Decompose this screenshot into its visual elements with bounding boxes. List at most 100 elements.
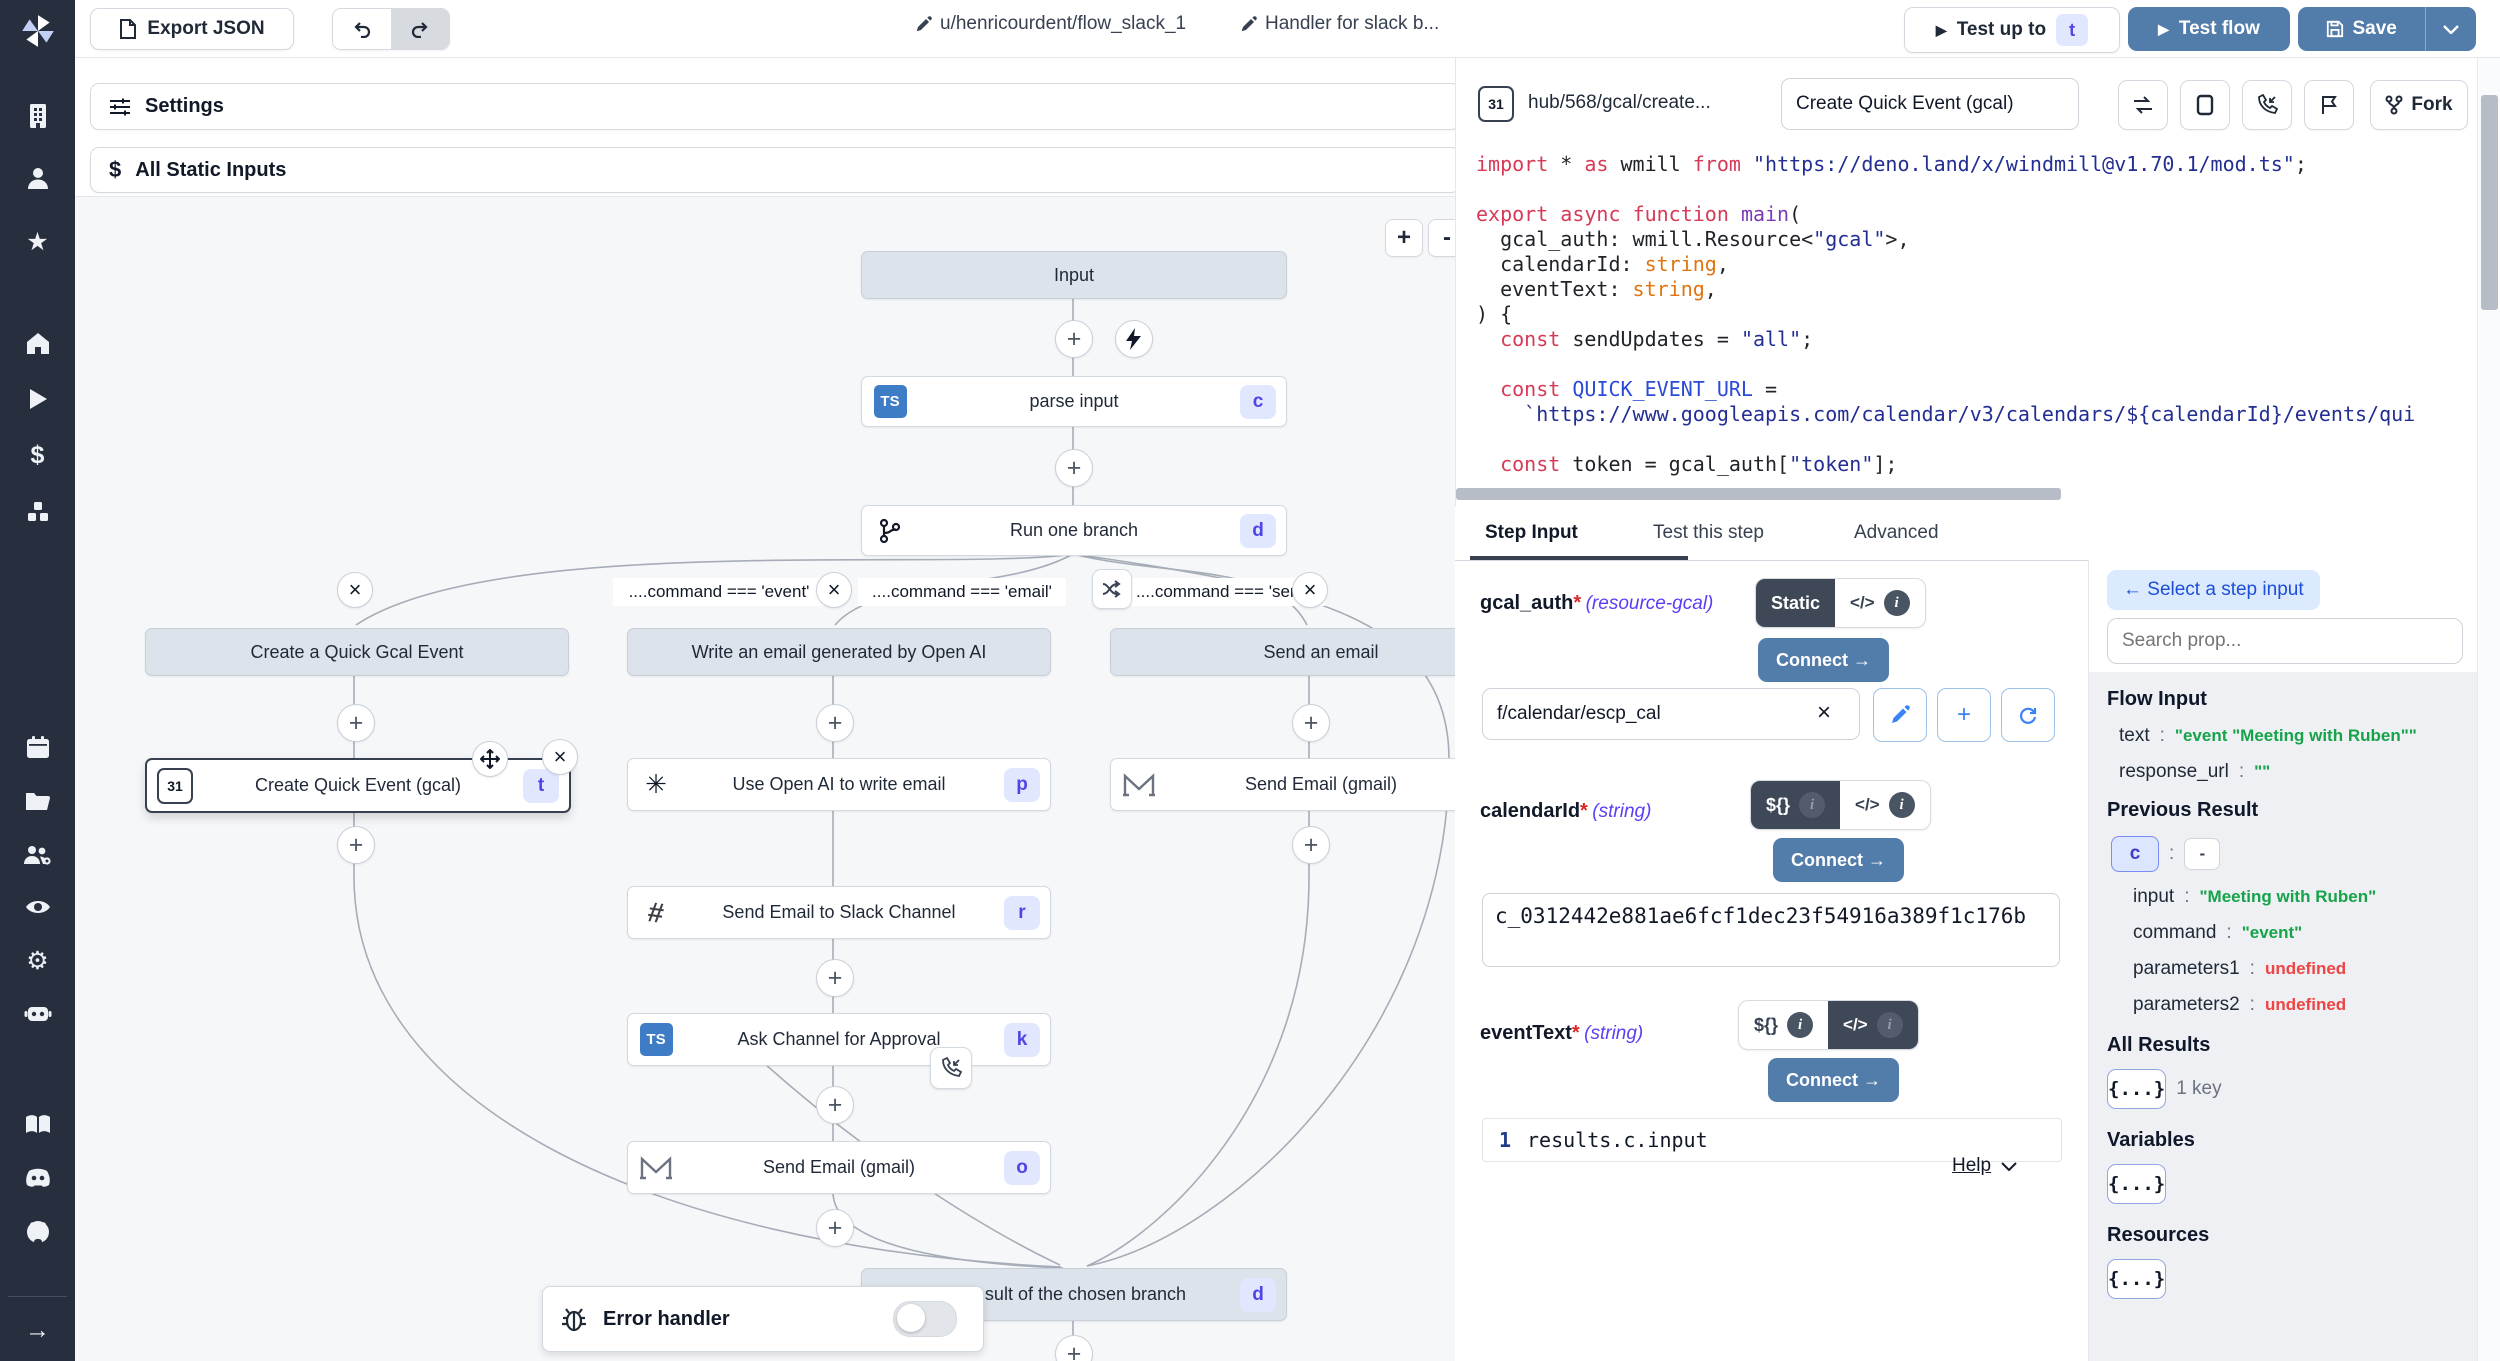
home-icon[interactable] xyxy=(0,321,75,365)
tab-advanced[interactable]: Advanced xyxy=(1854,506,1939,560)
favorites-star-icon[interactable]: ★ xyxy=(0,220,75,264)
prop-row[interactable]: parameters2:undefined xyxy=(2133,994,2478,1016)
workers-robot-icon[interactable] xyxy=(0,991,75,1035)
suspend-button[interactable] xyxy=(2242,80,2292,130)
add-branch-button[interactable] xyxy=(1092,569,1132,609)
suspend-approval-button[interactable] xyxy=(930,1047,972,1089)
docs-book-icon[interactable] xyxy=(0,1103,75,1147)
code-hscrollbar-thumb[interactable] xyxy=(1456,488,2061,500)
mode-javascript[interactable]: </>i xyxy=(1828,1001,1918,1049)
prop-row[interactable]: response_url:"" xyxy=(2119,761,2478,783)
add-resource-button[interactable]: + xyxy=(1937,688,1991,742)
gcal-auth-connect-button[interactable]: Connect → xyxy=(1758,638,1889,682)
info-icon[interactable]: i xyxy=(1889,792,1915,818)
edit-resource-button[interactable] xyxy=(1873,688,1927,742)
windmill-logo-icon[interactable] xyxy=(0,8,75,54)
resources-cubes-icon[interactable] xyxy=(0,490,75,534)
info-icon[interactable]: i xyxy=(1884,590,1910,616)
mode-javascript[interactable]: </>i xyxy=(1840,781,1930,829)
tab-test-this-step[interactable]: Test this step xyxy=(1653,506,1764,560)
collapse-badge[interactable]: - xyxy=(2184,838,2220,870)
add-step-button[interactable]: + xyxy=(337,704,375,742)
add-step-button[interactable]: + xyxy=(816,1086,854,1124)
flow-node-parse-input[interactable]: TS parse input c xyxy=(861,376,1287,427)
add-step-button[interactable]: + xyxy=(1292,704,1330,742)
branch-condition-event[interactable]: ....command === 'event' xyxy=(613,578,825,606)
refresh-resource-button[interactable] xyxy=(2001,688,2055,742)
branch-condition-email[interactable]: ....command === 'email' xyxy=(858,578,1066,606)
gcal-auth-mode-toggle[interactable]: Static </>i xyxy=(1755,578,1926,628)
delete-branch-button[interactable]: × xyxy=(816,572,852,608)
tab-step-input[interactable]: Step Input xyxy=(1485,506,1578,560)
mode-template[interactable]: ${}i xyxy=(1751,781,1840,829)
flow-settings-bar[interactable]: Settings xyxy=(90,83,1460,130)
flow-node-send-email-slack[interactable]: # Send Email to Slack Channel r xyxy=(627,886,1051,939)
add-step-button[interactable]: + xyxy=(1055,449,1093,487)
eventtext-connect-button[interactable]: Connect → xyxy=(1768,1058,1899,1102)
error-handler-toggle[interactable] xyxy=(893,1301,957,1337)
mode-template[interactable]: ${}i xyxy=(1739,1001,1828,1049)
mode-javascript[interactable]: </>i xyxy=(1835,579,1925,627)
save-button[interactable]: Save xyxy=(2298,7,2425,51)
zoom-out-button[interactable]: - xyxy=(1428,219,1455,257)
step-c-badge[interactable]: c xyxy=(2111,836,2159,872)
user-icon[interactable] xyxy=(0,156,75,200)
calendarid-value-input[interactable]: c_0312442e881ae6fcf1dec23f54916a389f1c17… xyxy=(1482,893,2060,967)
info-icon[interactable]: i xyxy=(1787,1012,1813,1038)
trigger-bolt-button[interactable] xyxy=(1115,320,1153,358)
object-badge[interactable]: {...} xyxy=(2107,1259,2166,1299)
editor-vscrollbar-thumb[interactable] xyxy=(2481,95,2498,310)
resource-path-input[interactable] xyxy=(1482,688,1860,740)
add-step-button[interactable]: + xyxy=(816,1209,854,1247)
zoom-in-button[interactable]: + xyxy=(1385,219,1423,257)
prop-row[interactable]: text:"event "Meeting with Ruben"" xyxy=(2119,725,2478,747)
workspace-icon[interactable] xyxy=(0,94,75,138)
add-step-button[interactable]: + xyxy=(1055,320,1093,358)
breadcrumb-title[interactable]: Handler for slack b... xyxy=(1240,13,1439,35)
discord-icon[interactable] xyxy=(0,1156,75,1200)
hub-script-path[interactable]: hub/568/gcal/create... xyxy=(1528,92,1711,114)
breadcrumb-path[interactable]: u/henricourdent/flow_slack_1 xyxy=(915,13,1186,35)
add-step-button[interactable]: + xyxy=(1292,826,1330,864)
add-step-button[interactable]: + xyxy=(337,826,375,864)
delete-branch-button[interactable]: × xyxy=(337,572,373,608)
test-flow-button[interactable]: ▶ Test flow xyxy=(2128,7,2290,51)
box-button[interactable] xyxy=(2180,80,2230,130)
test-up-to-button[interactable]: ▶ Test up to t xyxy=(1904,7,2120,53)
redo-button[interactable] xyxy=(391,9,449,49)
help-link[interactable]: Help xyxy=(1952,1155,2017,1177)
clear-resource-icon[interactable]: × xyxy=(1817,699,1831,727)
expand-sidebar-arrow-icon[interactable]: → xyxy=(0,1308,75,1352)
calendarid-mode-toggle[interactable]: ${}i </>i xyxy=(1750,780,1931,830)
add-step-button[interactable]: + xyxy=(816,959,854,997)
audit-eye-icon[interactable] xyxy=(0,885,75,929)
search-prop-input[interactable] xyxy=(2107,618,2463,664)
undo-button[interactable] xyxy=(333,9,391,49)
save-dropdown-button[interactable] xyxy=(2425,7,2476,51)
info-icon[interactable]: i xyxy=(1799,792,1825,818)
flow-node-create-quick-event-selected[interactable]: 31 Create Quick Event (gcal) t xyxy=(145,758,571,813)
flow-node-send-email-gmail-mid[interactable]: Send Email (gmail) o xyxy=(627,1141,1051,1194)
settings-gear-icon[interactable]: ⚙ xyxy=(0,939,75,983)
sleep-flag-button[interactable] xyxy=(2304,80,2354,130)
code-editor[interactable]: import * as wmill from "https://deno.lan… xyxy=(1476,152,2466,512)
branch-header-gcal[interactable]: Create a Quick Gcal Event xyxy=(145,628,569,676)
prop-row[interactable]: command:"event" xyxy=(2133,922,2478,944)
folders-icon[interactable] xyxy=(0,779,75,823)
delete-step-button[interactable]: × xyxy=(542,739,578,775)
info-icon[interactable]: i xyxy=(1877,1012,1903,1038)
calendarid-connect-button[interactable]: Connect → xyxy=(1773,838,1904,882)
flow-node-input[interactable]: Input xyxy=(861,251,1287,299)
mode-static[interactable]: Static xyxy=(1756,579,1835,627)
object-badge[interactable]: {...} xyxy=(2107,1069,2166,1109)
flow-node-use-openai[interactable]: ✳ Use Open AI to write email p xyxy=(627,758,1051,811)
add-step-button[interactable]: + xyxy=(816,704,854,742)
runs-play-icon[interactable] xyxy=(0,377,75,421)
branch-header-openai[interactable]: Write an email generated by Open AI xyxy=(627,628,1051,676)
flow-canvas[interactable]: + - Input + TS parse input c + Run one b… xyxy=(75,196,1455,1361)
object-badge[interactable]: {...} xyxy=(2107,1164,2166,1204)
variables-dollar-icon[interactable]: $ xyxy=(0,433,75,477)
flow-node-ask-approval[interactable]: TS Ask Channel for Approval k xyxy=(627,1013,1051,1066)
flow-node-send-email-gmail-right[interactable]: Send Email (gmail) xyxy=(1110,758,1455,811)
sync-script-button[interactable] xyxy=(2118,80,2168,130)
